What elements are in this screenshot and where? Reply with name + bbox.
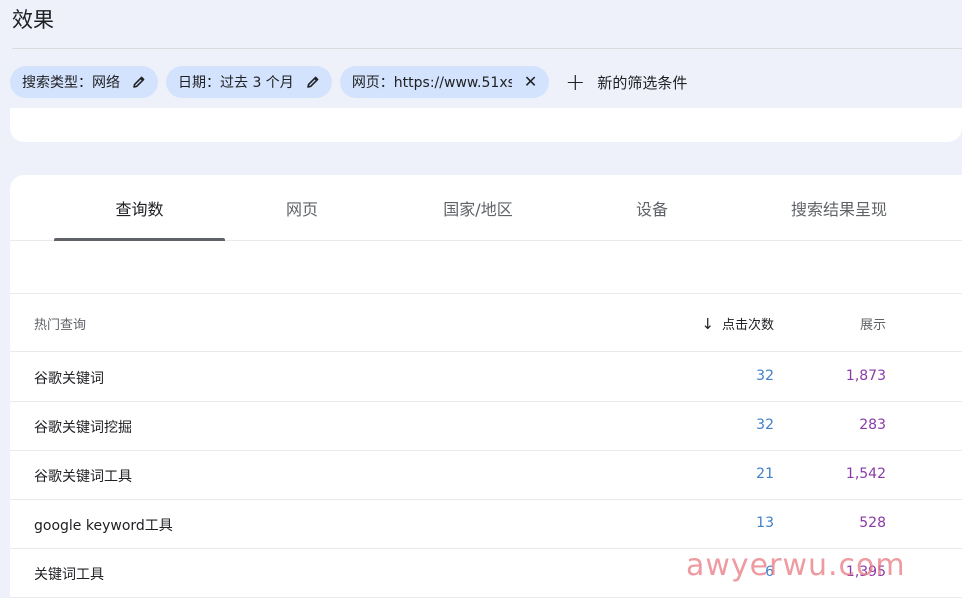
query-cell: 谷歌关键词 <box>34 371 104 387</box>
filter-bar: 搜索类型：网络 日期：过去 3 个月 网页：https://www.51xsse… <box>10 66 687 98</box>
table-row[interactable]: google keyword工具 13 528 <box>10 500 962 549</box>
page-title: 效果 <box>12 8 54 32</box>
clicks-cell: 32 <box>756 417 774 433</box>
filter-chip-search-type[interactable]: 搜索类型：网络 <box>10 66 158 98</box>
filter-chip-label: 搜索类型：网络 <box>22 75 120 91</box>
table-row[interactable]: 谷歌关键词 32 1,873 <box>10 353 962 402</box>
column-header-impressions[interactable]: 展示 <box>860 314 886 333</box>
query-cell: google keyword工具 <box>34 518 173 534</box>
pencil-icon[interactable] <box>306 75 320 89</box>
impressions-cell: 283 <box>859 417 886 433</box>
query-cell: 谷歌关键词工具 <box>34 469 132 485</box>
table-row[interactable]: 谷歌关键词工具 21 1,542 <box>10 451 962 500</box>
close-icon[interactable]: ✕ <box>524 74 537 90</box>
filter-chip-page[interactable]: 网页：https://www.51xsseo.... ✕ <box>339 66 550 98</box>
watermark: awyerwu.com <box>686 548 906 583</box>
filter-chip-label: 网页：https://www.51xsseo.... <box>351 75 512 91</box>
impressions-cell: 1,873 <box>845 368 886 384</box>
tab-devices[interactable]: 设备 <box>590 175 714 241</box>
clicks-cell: 21 <box>756 466 774 482</box>
new-filter-button[interactable]: + 新的筛选条件 <box>565 70 687 94</box>
active-tab-indicator <box>54 238 225 241</box>
table-row[interactable]: 谷歌关键词挖掘 32 283 <box>10 402 962 451</box>
title-divider <box>12 48 962 49</box>
column-header-query: 热门查询 <box>34 318 87 333</box>
tab-search-appearance[interactable]: 搜索结果呈现 <box>770 175 908 241</box>
new-filter-label: 新的筛选条件 <box>597 73 688 92</box>
filter-chip-label: 日期：过去 3 个月 <box>178 75 294 91</box>
tab-pages[interactable]: 网页 <box>232 175 372 241</box>
tab-countries[interactable]: 国家/地区 <box>410 175 546 241</box>
column-header-clicks-label: 点击次数 <box>721 318 774 333</box>
clicks-cell: 13 <box>756 515 774 531</box>
results-table-card: 查询数 网页 国家/地区 设备 搜索结果呈现 热门查询 ↓ 点击次数 展示 谷歌… <box>10 175 962 598</box>
tab-queries[interactable]: 查询数 <box>54 175 225 241</box>
clicks-cell: 32 <box>756 368 774 384</box>
plus-icon: + <box>565 68 586 96</box>
pencil-icon[interactable] <box>132 75 146 89</box>
chart-card-bottom <box>10 108 962 142</box>
dimension-tabs: 查询数 网页 国家/地区 设备 搜索结果呈现 <box>10 175 962 241</box>
impressions-cell: 1,542 <box>845 466 886 482</box>
query-cell: 关键词工具 <box>34 567 104 583</box>
impressions-cell: 528 <box>859 515 886 531</box>
table-header: 热门查询 ↓ 点击次数 展示 <box>10 294 962 352</box>
filter-chip-date[interactable]: 日期：过去 3 个月 <box>166 66 332 98</box>
column-header-clicks[interactable]: ↓ 点击次数 <box>701 314 774 334</box>
arrow-down-icon: ↓ <box>701 314 714 333</box>
query-cell: 谷歌关键词挖掘 <box>34 420 132 436</box>
